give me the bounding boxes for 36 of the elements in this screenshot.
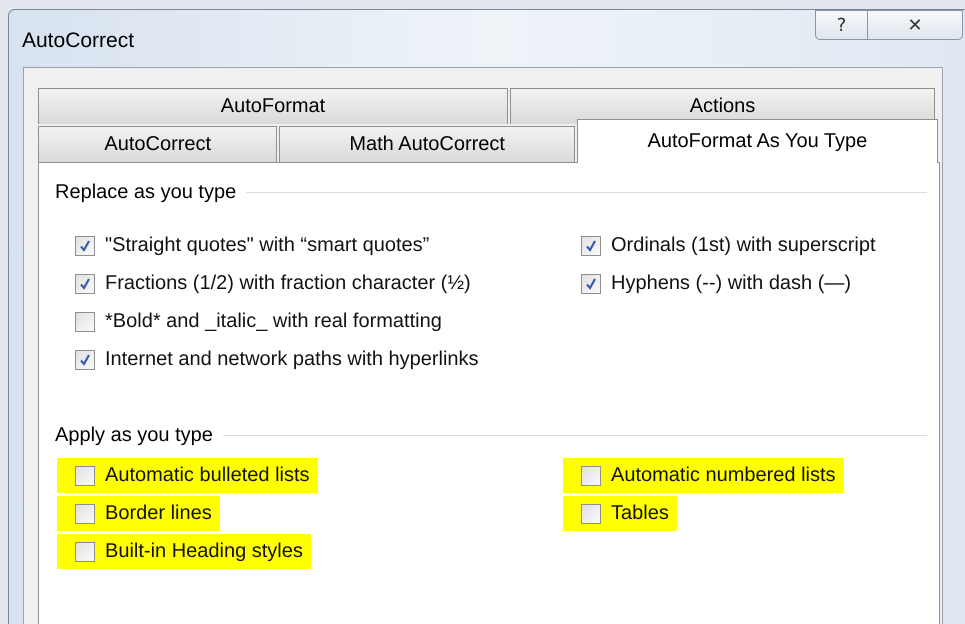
- window-title: AutoCorrect: [22, 29, 134, 53]
- checkbox-label: Automatic numbered lists: [611, 464, 836, 487]
- checkbox-label: Border lines: [105, 502, 212, 525]
- close-button[interactable]: ✕: [867, 10, 963, 40]
- checkmark-icon: [584, 238, 598, 252]
- checkbox-label: Automatic bulleted lists: [105, 464, 310, 487]
- checkbox-label: Fractions (1/2) with fraction character (½): [105, 272, 471, 295]
- checkbox-label: Ordinals (1st) with superscript: [611, 234, 876, 257]
- checkbox[interactable]: [75, 466, 95, 486]
- checkbox-label: *Bold* and _italic_ with real formatting: [105, 310, 442, 333]
- checkbox[interactable]: [75, 542, 95, 562]
- checkbox[interactable]: [581, 274, 601, 294]
- checkbox-label: Hyphens (--) with dash (—): [611, 272, 852, 295]
- checkbox[interactable]: [75, 236, 95, 256]
- checkbox[interactable]: [75, 312, 95, 332]
- checkmark-icon: [78, 238, 92, 252]
- tab[interactable]: AutoCorrect: [38, 126, 278, 162]
- checkbox-label: Tables: [611, 502, 669, 525]
- help-button[interactable]: ?: [815, 10, 867, 40]
- checkbox[interactable]: [581, 466, 601, 486]
- checkbox[interactable]: [581, 504, 601, 524]
- checkbox-label: Built-in Heading styles: [105, 540, 303, 563]
- checkbox[interactable]: [581, 236, 601, 256]
- group-title: Apply as you type: [55, 424, 213, 446]
- checkmark-icon: [584, 276, 598, 290]
- tab[interactable]: Math AutoCorrect: [279, 126, 575, 162]
- tab[interactable]: AutoFormat As You Type: [576, 119, 938, 163]
- checkmark-icon: [78, 352, 92, 366]
- checkbox-label: "Straight quotes" with “smart quotes”: [105, 234, 430, 257]
- checkbox-label: Internet and network paths with hyperlinks: [105, 348, 479, 371]
- group-title: Replace as you type: [55, 180, 236, 204]
- checkmark-icon: [78, 276, 92, 290]
- checkbox[interactable]: [75, 274, 95, 294]
- checkbox[interactable]: [75, 350, 95, 370]
- tab[interactable]: AutoFormat: [38, 88, 508, 124]
- checkbox[interactable]: [75, 504, 95, 524]
